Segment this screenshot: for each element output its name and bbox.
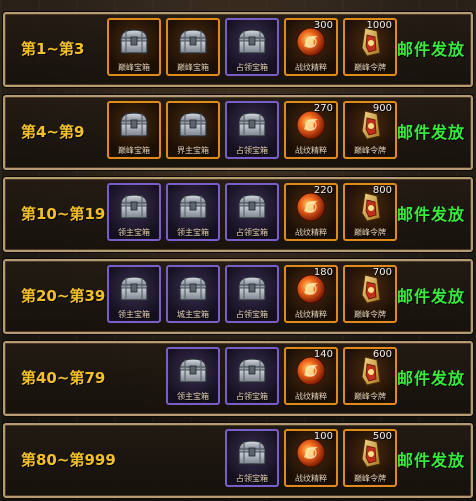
reward-item-slot[interactable]: 领主宝箱 (107, 265, 161, 323)
reward-item-slot[interactable]: 600 巅峰令牌 (343, 347, 397, 405)
item-count: 300 (313, 20, 333, 31)
item-name-label: 巅峰宝箱 (177, 63, 209, 72)
reward-item-slot[interactable]: 500 巅峰令牌 (343, 429, 397, 487)
reward-item-slot[interactable]: 巅峰宝箱 (166, 18, 220, 76)
chest-icon (235, 26, 269, 58)
reward-tier-row: 第1~第3 巅峰宝箱 巅峰宝箱 占领宝箱 300 战纹精粹 1000 巅峰令牌 邮件发放 (3, 12, 473, 87)
item-name-label: 占领宝箱 (236, 392, 268, 401)
reward-item-slot[interactable]: 占领宝箱 (225, 429, 279, 487)
item-name-label: 占领宝箱 (236, 63, 268, 72)
item-name-label: 领主宝箱 (118, 228, 150, 237)
reward-item-slot[interactable]: 100 战纹精粹 (284, 429, 338, 487)
reward-item-slot[interactable]: 占领宝箱 (225, 101, 279, 159)
item-name-label: 巅峰宝箱 (118, 146, 150, 155)
chest-icon (117, 191, 151, 223)
item-name-label: 占领宝箱 (236, 228, 268, 237)
reward-item-slot[interactable]: 140 战纹精粹 (284, 347, 338, 405)
reward-item-slot[interactable]: 270 战纹精粹 (284, 101, 338, 159)
reward-tier-row: 第10~第19 领主宝箱 领主宝箱 占领宝箱 220 战纹精粹 800 巅峰令牌 邮件发放 (3, 177, 473, 252)
item-name-label: 领主宝箱 (177, 228, 209, 237)
reward-item-slot[interactable]: 界主宝箱 (166, 101, 220, 159)
item-count: 100 (313, 431, 333, 442)
chest-icon (117, 109, 151, 141)
chest-icon (176, 355, 210, 387)
rank-range-label: 第40~第79 (21, 369, 106, 387)
item-name-label: 巅峰令牌 (354, 63, 386, 72)
item-count: 180 (313, 267, 333, 278)
reward-item-slot[interactable]: 占领宝箱 (225, 18, 279, 76)
item-name-label: 巅峰令牌 (354, 228, 386, 237)
reward-item-slot[interactable]: 领主宝箱 (166, 347, 220, 405)
chest-icon (117, 26, 151, 58)
item-count: 220 (313, 185, 333, 196)
chest-icon (117, 273, 151, 305)
item-count: 1000 (366, 20, 392, 31)
item-count: 700 (372, 267, 392, 278)
rank-range-label: 第10~第19 (21, 205, 106, 223)
mail-delivery-label: 邮件发放 (396, 205, 465, 224)
item-name-label: 战纹精粹 (295, 474, 327, 483)
item-count: 270 (313, 103, 333, 114)
reward-tier-row: 第20~第39 领主宝箱 城主宝箱 占领宝箱 180 战纹精粹 700 巅峰令牌 邮件发放 (3, 259, 473, 334)
reward-item-slot[interactable]: 700 巅峰令牌 (343, 265, 397, 323)
chest-icon (176, 191, 210, 223)
item-count: 800 (372, 185, 392, 196)
reward-item-slot[interactable]: 800 巅峰令牌 (343, 183, 397, 241)
reward-tier-row: 第4~第9 巅峰宝箱 界主宝箱 占领宝箱 270 战纹精粹 900 巅峰令牌 邮件发放 (3, 95, 473, 170)
item-name-label: 战纹精粹 (295, 310, 327, 319)
rank-range-label: 第4~第9 (21, 123, 85, 141)
item-name-label: 战纹精粹 (295, 63, 327, 72)
item-name-label: 战纹精粹 (295, 228, 327, 237)
item-count: 900 (372, 103, 392, 114)
reward-item-slot[interactable]: 领主宝箱 (107, 183, 161, 241)
mail-delivery-label: 邮件发放 (396, 123, 465, 142)
reward-item-slot[interactable]: 领主宝箱 (166, 183, 220, 241)
item-name-label: 战纹精粹 (295, 392, 327, 401)
item-count: 140 (313, 349, 333, 360)
chest-icon (235, 109, 269, 141)
item-count: 500 (372, 431, 392, 442)
reward-item-slot[interactable]: 300 战纹精粹 (284, 18, 338, 76)
item-name-label: 界主宝箱 (177, 146, 209, 155)
mail-delivery-label: 邮件发放 (396, 287, 465, 306)
reward-item-slot[interactable]: 220 战纹精粹 (284, 183, 338, 241)
item-name-label: 城主宝箱 (177, 310, 209, 319)
item-name-label: 巅峰令牌 (354, 474, 386, 483)
reward-item-slot[interactable]: 占领宝箱 (225, 347, 279, 405)
item-name-label: 领主宝箱 (118, 310, 150, 319)
reward-item-slot[interactable]: 180 战纹精粹 (284, 265, 338, 323)
item-name-label: 巅峰令牌 (354, 146, 386, 155)
item-name-label: 领主宝箱 (177, 392, 209, 401)
mail-delivery-label: 邮件发放 (396, 40, 465, 59)
chest-icon (176, 273, 210, 305)
item-name-label: 战纹精粹 (295, 146, 327, 155)
mail-delivery-label: 邮件发放 (396, 369, 465, 388)
item-name-label: 占领宝箱 (236, 146, 268, 155)
reward-tier-row: 第40~第79 领主宝箱 占领宝箱 140 战纹精粹 600 巅峰令牌 邮件发放 (3, 341, 473, 416)
chest-icon (235, 355, 269, 387)
chest-icon (176, 109, 210, 141)
chest-icon (235, 273, 269, 305)
reward-tier-row: 第80~第999 占领宝箱 100 战纹精粹 500 巅峰令牌 邮件发放 (3, 423, 473, 498)
chest-icon (235, 191, 269, 223)
item-name-label: 巅峰令牌 (354, 310, 386, 319)
item-name-label: 占领宝箱 (236, 474, 268, 483)
reward-item-slot[interactable]: 占领宝箱 (225, 265, 279, 323)
mail-delivery-label: 邮件发放 (396, 451, 465, 470)
rank-range-label: 第1~第3 (21, 40, 85, 58)
chest-icon (176, 26, 210, 58)
item-name-label: 巅峰宝箱 (118, 63, 150, 72)
reward-item-slot[interactable]: 城主宝箱 (166, 265, 220, 323)
item-name-label: 占领宝箱 (236, 310, 268, 319)
reward-item-slot[interactable]: 900 巅峰令牌 (343, 101, 397, 159)
chest-icon (235, 437, 269, 469)
reward-item-slot[interactable]: 占领宝箱 (225, 183, 279, 241)
rank-range-label: 第20~第39 (21, 287, 106, 305)
reward-item-slot[interactable]: 巅峰宝箱 (107, 18, 161, 76)
reward-item-slot[interactable]: 1000 巅峰令牌 (343, 18, 397, 76)
reward-item-slot[interactable]: 巅峰宝箱 (107, 101, 161, 159)
rank-range-label: 第80~第999 (21, 451, 116, 469)
item-name-label: 巅峰令牌 (354, 392, 386, 401)
item-count: 600 (372, 349, 392, 360)
